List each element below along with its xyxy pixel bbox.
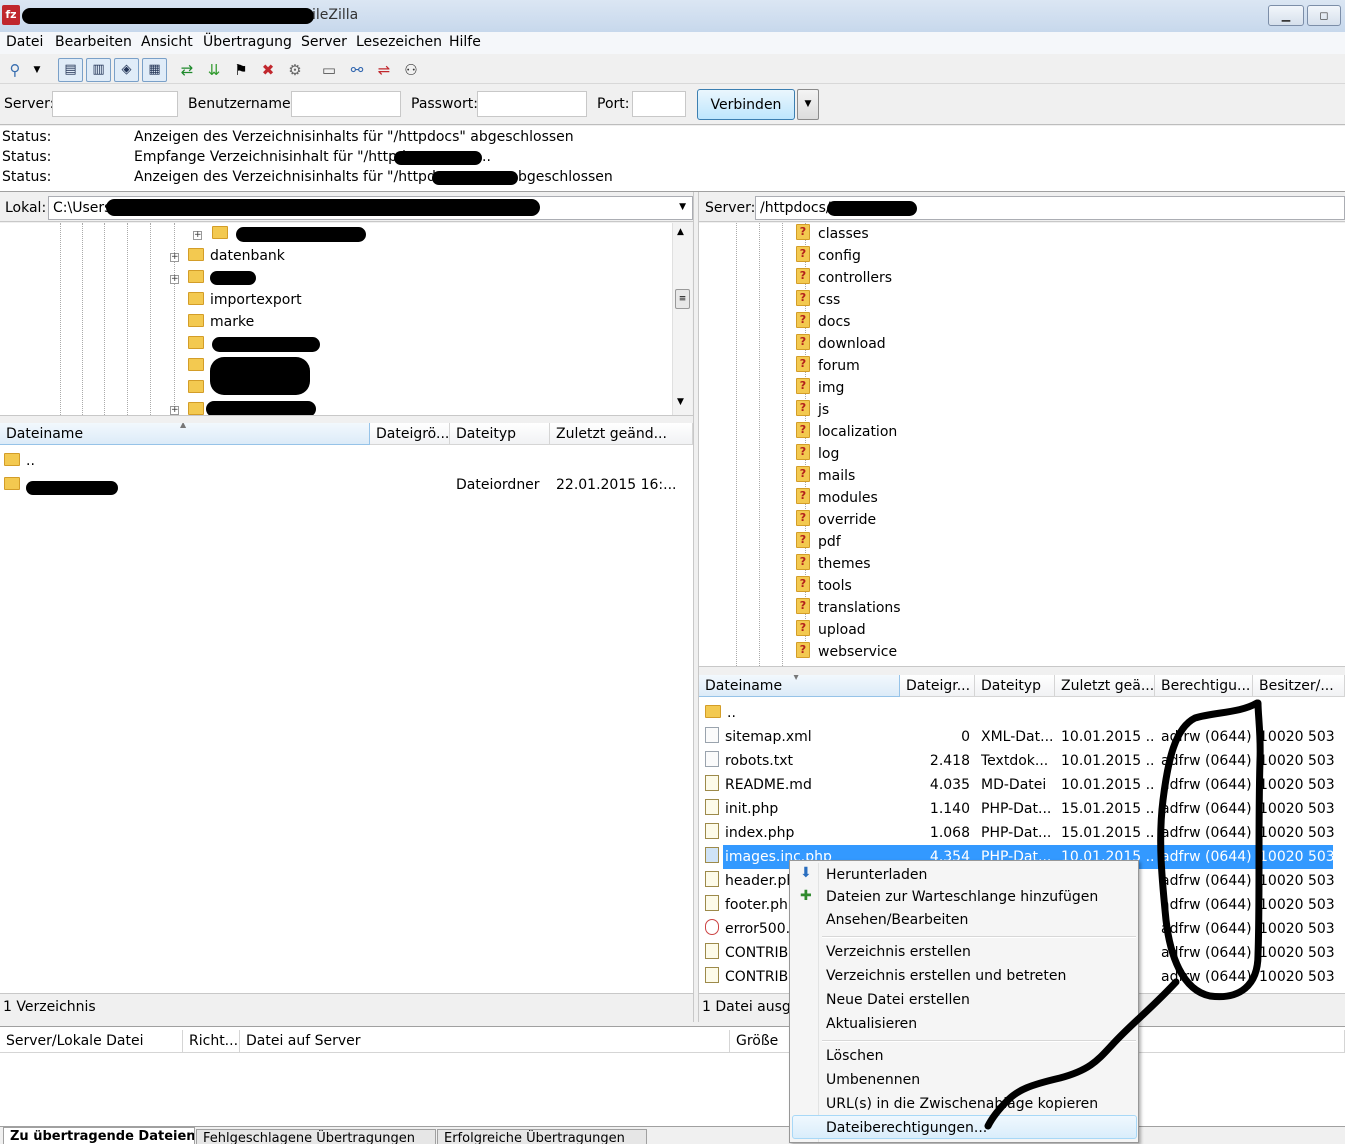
marker-annotation	[984, 699, 1264, 1130]
marker-loop	[1157, 699, 1264, 1001]
marker-line	[984, 978, 1180, 1130]
